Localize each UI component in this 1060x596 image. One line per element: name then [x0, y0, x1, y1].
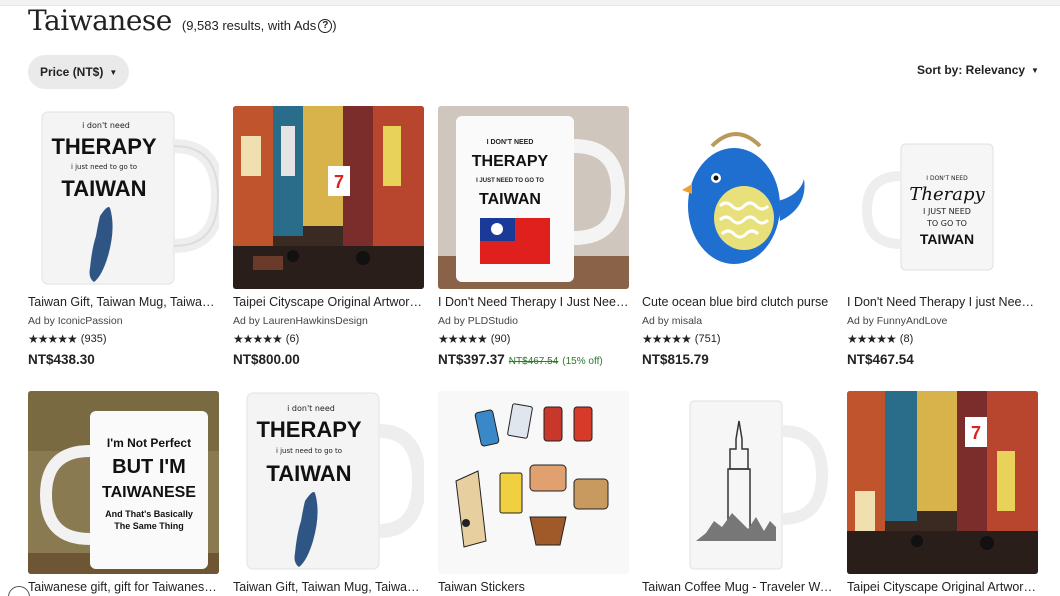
review-count: (8)	[899, 333, 914, 345]
rating: ★★★★★ (751)	[642, 332, 833, 346]
chevron-down-icon: ▼	[1031, 65, 1039, 75]
product-card[interactable]: I DON'T NEED THERAPY I JUST NEED TO GO T…	[438, 106, 629, 367]
product-title[interactable]: Taiwan Stickers	[438, 580, 629, 594]
mug-text: THERAPY	[472, 153, 549, 170]
discount-badge: (15% off)	[562, 356, 603, 367]
product-price: NT$438.30	[28, 352, 219, 367]
price-filter-button[interactable]: Price (NT$) ▼	[28, 55, 130, 89]
price-value: NT$815.79	[642, 352, 709, 367]
price-value: NT$800.00	[233, 352, 300, 367]
results-text: (9,583 results, with Ads	[181, 18, 317, 33]
product-card[interactable]: i don't need THERAPY i just need to go t…	[28, 106, 219, 367]
ad-by-label[interactable]: Ad by LaurenHawkinsDesign	[233, 315, 424, 327]
product-price: NT$800.00	[233, 352, 424, 367]
product-card[interactable]: 7 Taipei Cityscape Original Artwork ...	[847, 391, 1038, 594]
product-image-therapy-mug[interactable]: I DON'T NEED Therapy I JUST NEED TO GO T…	[847, 106, 1038, 289]
mug-text: i just need to go to	[71, 163, 137, 171]
mug-text: THERAPY	[51, 134, 156, 159]
mug-text: THERAPY	[256, 417, 361, 442]
mug-text: TAIWANESE	[102, 484, 196, 501]
sort-label: Sort by: Relevancy	[917, 63, 1026, 77]
chat-icon[interactable]	[8, 586, 30, 596]
mug-text: TO GO TO	[926, 219, 967, 228]
mug-text: TAIWAN	[61, 176, 146, 201]
page-title: Taiwanese	[28, 4, 172, 37]
product-title[interactable]: I Don't Need Therapy I just Need t...	[847, 295, 1038, 309]
ad-by-label[interactable]: Ad by IconicPassion	[28, 315, 219, 327]
mug-text: BUT I'M	[112, 456, 186, 478]
rating: ★★★★★ (935)	[28, 332, 219, 346]
ad-by-label[interactable]: Ad by misala	[642, 315, 833, 327]
star-rating-icon: ★★★★★	[847, 332, 897, 346]
product-title[interactable]: Taiwan Gift, Taiwan Mug, Taiwan ...	[233, 580, 424, 594]
mug-text: I'm Not Perfect	[107, 436, 191, 450]
product-title[interactable]: Taiwanese gift, gift for Taiwanese,...	[28, 580, 219, 594]
mug-text: Therapy	[909, 184, 985, 205]
product-card[interactable]: Cute ocean blue bird clutch purse Ad by …	[642, 106, 833, 367]
product-price: NT$815.79	[642, 352, 833, 367]
mug-text: TAIWAN	[920, 231, 974, 247]
review-count: (935)	[80, 333, 107, 345]
price-filter-label: Price (NT$)	[40, 65, 104, 79]
product-price: NT$397.37 NT$467.54 (15% off)	[438, 352, 629, 367]
review-count: (6)	[285, 333, 300, 345]
product-card[interactable]: i don't need THERAPY i just need to go t…	[233, 391, 424, 594]
sort-dropdown[interactable]: Sort by: Relevancy ▼	[917, 63, 1039, 77]
mug-text: I JUST NEED TO GO TO	[476, 178, 544, 184]
mug-text: I JUST NEED	[923, 207, 971, 216]
ad-by-label[interactable]: Ad by FunnyAndLove	[847, 315, 1038, 327]
mug-text: i just need to go to	[276, 447, 342, 455]
search-header: Taiwanese (9,583 results, with Ads ?)	[28, 4, 337, 37]
product-price: NT$467.54	[847, 352, 1038, 367]
product-card[interactable]: Taiwan Stickers	[438, 391, 629, 594]
mug-text: The Same Thing	[114, 521, 184, 531]
product-title[interactable]: I Don't Need Therapy I Just Need T...	[438, 295, 629, 309]
product-card[interactable]: I'm Not Perfect BUT I'M TAIWANESE And Th…	[28, 391, 219, 594]
star-rating-icon: ★★★★★	[438, 332, 488, 346]
sign-text: 7	[334, 172, 344, 192]
chevron-down-icon: ▼	[109, 67, 118, 77]
product-card[interactable]: I DON'T NEED Therapy I JUST NEED TO GO T…	[847, 106, 1038, 367]
product-title[interactable]: Cute ocean blue bird clutch purse	[642, 295, 833, 309]
product-image-mug-taiwan[interactable]: i don't need THERAPY i just need to go t…	[28, 106, 219, 289]
question-circle-icon[interactable]: ?	[318, 18, 333, 33]
product-card[interactable]: Taiwan Coffee Mug - Traveler Wan...	[642, 391, 833, 594]
review-count: (751)	[694, 333, 721, 345]
price-value: NT$438.30	[28, 352, 95, 367]
original-price: NT$467.54	[508, 356, 559, 367]
mug-text: TAIWAN	[266, 461, 351, 486]
mug-text: i don't need	[287, 404, 335, 413]
product-image-taipei-cityscape[interactable]: 7	[233, 106, 424, 289]
ad-by-label[interactable]: Ad by PLDStudio	[438, 315, 629, 327]
mug-text: i don't need	[82, 121, 130, 130]
product-title[interactable]: Taiwan Gift, Taiwan Mug, Taiwan ...	[28, 295, 219, 309]
product-title[interactable]: Taipei Cityscape Original Artwork ...	[847, 580, 1038, 594]
product-image-taiwan-stickers[interactable]	[438, 391, 629, 574]
results-count: (9,583 results, with Ads ?)	[182, 18, 337, 33]
product-image-taipei101-mug[interactable]	[642, 391, 833, 574]
product-image-not-perfect-mug[interactable]: I'm Not Perfect BUT I'M TAIWANESE And Th…	[28, 391, 219, 574]
mug-text: I DON'T NEED	[487, 139, 534, 146]
price-value: NT$467.54	[847, 352, 914, 367]
price-value: NT$397.37	[438, 352, 505, 367]
product-image-taipei-cityscape[interactable]: 7	[847, 391, 1038, 574]
product-image-therapy-mug-flag[interactable]: I DON'T NEED THERAPY I JUST NEED TO GO T…	[438, 106, 629, 289]
rating: ★★★★★ (90)	[438, 332, 629, 346]
sign-text: 7	[971, 423, 981, 443]
mug-text: TAIWAN	[479, 191, 541, 208]
product-image-mug-taiwan[interactable]: i don't need THERAPY i just need to go t…	[233, 391, 424, 574]
review-count: (90)	[490, 333, 511, 345]
product-title[interactable]: Taiwan Coffee Mug - Traveler Wan...	[642, 580, 833, 594]
rating: ★★★★★ (6)	[233, 332, 424, 346]
star-rating-icon: ★★★★★	[28, 332, 78, 346]
results-close-paren: )	[332, 18, 337, 33]
product-image-bird-purse[interactable]	[642, 106, 833, 289]
product-title[interactable]: Taipei Cityscape Original Artwork ...	[233, 295, 424, 309]
mug-text: And That's Basically	[105, 509, 193, 519]
rating: ★★★★★ (8)	[847, 332, 1038, 346]
mug-text: I DON'T NEED	[926, 175, 968, 182]
product-card[interactable]: 7 Taipei Cityscape Original Artwork ... …	[233, 106, 424, 367]
star-rating-icon: ★★★★★	[642, 332, 692, 346]
star-rating-icon: ★★★★★	[233, 332, 283, 346]
